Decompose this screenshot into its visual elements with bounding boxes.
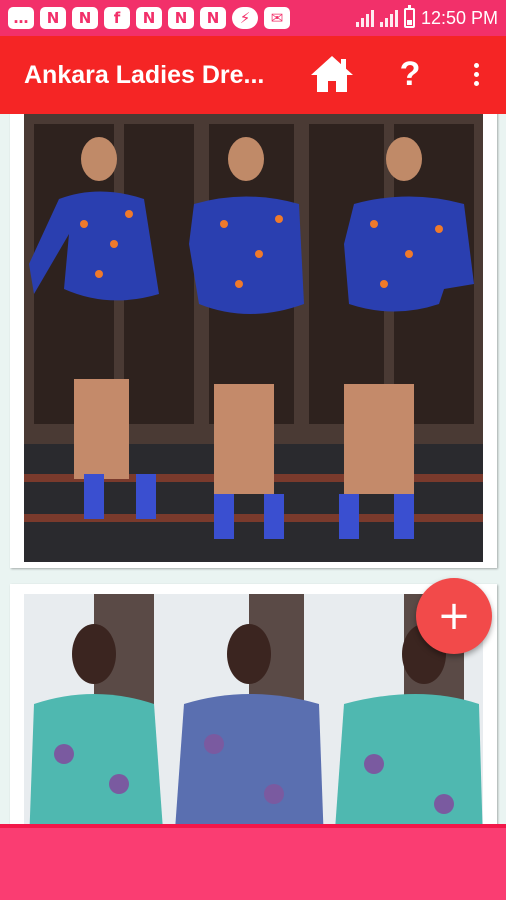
dress-photo-image — [24, 594, 483, 824]
dress-photo-image — [24, 114, 483, 562]
facebook-icon: f — [104, 7, 130, 29]
messenger-icon: ⚡ — [232, 7, 258, 29]
image-list[interactable] — [0, 114, 506, 824]
more-dot — [473, 71, 479, 77]
home-button[interactable] — [306, 50, 358, 98]
message-icon: … — [8, 7, 34, 29]
more-dot — [473, 80, 479, 86]
more-options-button[interactable] — [462, 50, 490, 98]
add-button[interactable]: + — [416, 578, 492, 654]
home-icon — [311, 56, 353, 92]
system-indicators: 12:50 PM — [355, 5, 498, 29]
n-app-icon: N — [40, 7, 66, 29]
signal-icon — [355, 9, 374, 27]
status-time: 12:50 PM — [420, 7, 498, 28]
n-app-icon: N — [168, 7, 194, 29]
dress-photo[interactable] — [24, 594, 483, 824]
notification-icons: … N N f N N N ⚡ ✉ — [8, 7, 290, 29]
app-bar: Ankara Ladies Dre... ? — [0, 36, 506, 114]
battery-icon — [403, 5, 415, 28]
help-button[interactable]: ? — [392, 50, 428, 98]
mail-icon: ✉ — [264, 7, 290, 29]
n-app-icon: N — [136, 7, 162, 29]
bottom-banner[interactable] — [0, 824, 506, 900]
status-bar: … N N f N N N ⚡ ✉ 12:50 PM — [0, 0, 506, 36]
more-dot — [473, 62, 479, 68]
n-app-icon: N — [200, 7, 226, 29]
image-card[interactable] — [10, 114, 497, 568]
n-app-icon: N — [72, 7, 98, 29]
signal-icon — [379, 9, 398, 27]
app-title: Ankara Ladies Dre... — [24, 60, 265, 89]
dress-photo[interactable] — [24, 114, 483, 562]
